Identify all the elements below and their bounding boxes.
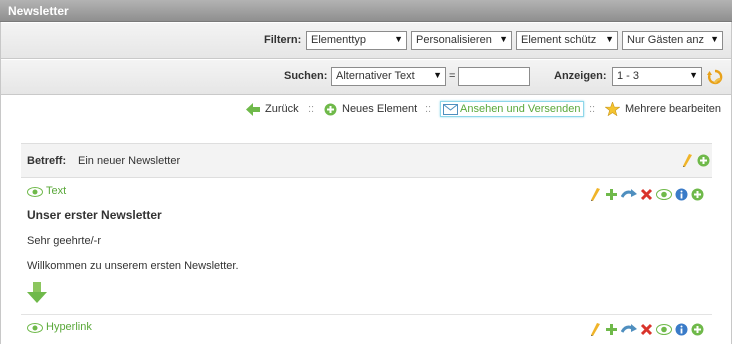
plus-icon[interactable] — [605, 323, 618, 336]
filter-element-type-select[interactable]: Elementtyp ▼ — [306, 31, 407, 50]
dropdown-arrow-icon: ▼ — [710, 34, 719, 44]
nav-separator: :: — [425, 103, 432, 115]
dropdown-arrow-icon: ▼ — [394, 34, 403, 44]
filter-personalize-select[interactable]: Personalisieren ▼ — [411, 31, 512, 50]
show-range-select[interactable]: 1 - 3 ▼ — [612, 67, 702, 86]
filter-guests-select[interactable]: Nur Gästen anz ▼ — [622, 31, 723, 50]
element-divider — [21, 314, 712, 315]
search-input[interactable] — [458, 67, 530, 86]
subject-label: Betreff: — [27, 155, 67, 167]
dropdown-arrow-icon: ▼ — [433, 70, 442, 80]
element-paragraph: Willkommen zu unserem ersten Newsletter. — [27, 260, 239, 272]
eye-icon — [27, 323, 43, 333]
dropdown-arrow-icon: ▼ — [605, 34, 614, 44]
nav-separator: :: — [308, 103, 315, 115]
window-titlebar: Newsletter — [0, 0, 732, 22]
element-paragraph: Sehr geehrte/-r — [27, 235, 101, 247]
edit-multiple-link[interactable]: Mehrere bearbeiten — [625, 103, 721, 115]
filter-label: Filtern: — [264, 34, 302, 46]
info-icon[interactable] — [675, 323, 688, 336]
pencil-icon[interactable] — [589, 322, 602, 336]
dropdown-arrow-icon: ▼ — [499, 34, 508, 44]
envelope-icon — [443, 104, 458, 115]
element-tools — [589, 322, 704, 336]
element-heading: Unser erster Newsletter — [27, 208, 162, 222]
search-field-select[interactable]: Alternativer Text ▼ — [331, 67, 446, 86]
element-tools — [589, 187, 704, 201]
element-type-label: Text — [46, 185, 67, 197]
show-label: Anzeigen: — [554, 70, 607, 82]
subject-value: Ein neuer Newsletter — [78, 155, 181, 167]
add-circle-icon[interactable] — [691, 188, 704, 201]
back-arrow-icon — [246, 103, 260, 116]
down-arrow-icon[interactable] — [27, 282, 47, 304]
back-link[interactable]: Zurück — [265, 103, 299, 115]
info-icon[interactable] — [675, 188, 688, 201]
add-circle-icon — [324, 103, 337, 116]
pencil-icon[interactable] — [589, 187, 602, 201]
delete-icon[interactable] — [640, 188, 653, 201]
view-send-link[interactable]: Ansehen und Versenden — [440, 101, 584, 117]
filter-protect-select[interactable]: Element schütz ▼ — [516, 31, 618, 50]
new-element-link[interactable]: Neues Element — [342, 103, 417, 115]
subject-row: Betreff: Ein neuer Newsletter — [21, 143, 712, 178]
element-type-label: Hyperlink — [46, 321, 92, 333]
window-title: Newsletter — [8, 4, 69, 18]
add-circle-icon[interactable] — [691, 323, 704, 336]
equals-sign: = — [449, 70, 456, 82]
move-icon[interactable] — [621, 188, 637, 201]
subject-tools — [681, 153, 710, 167]
delete-icon[interactable] — [640, 323, 653, 336]
nav-separator: :: — [589, 103, 596, 115]
pencil-icon[interactable] — [681, 153, 694, 167]
star-icon — [605, 102, 620, 116]
search-label: Suchen: — [284, 70, 328, 82]
eye-icon[interactable] — [656, 188, 672, 201]
eye-icon[interactable] — [656, 323, 672, 336]
add-circle-icon[interactable] — [697, 154, 710, 167]
refresh-icon[interactable] — [707, 69, 723, 85]
dropdown-arrow-icon: ▼ — [689, 70, 698, 80]
move-icon[interactable] — [621, 323, 637, 336]
eye-icon — [27, 187, 43, 197]
plus-icon[interactable] — [605, 188, 618, 201]
